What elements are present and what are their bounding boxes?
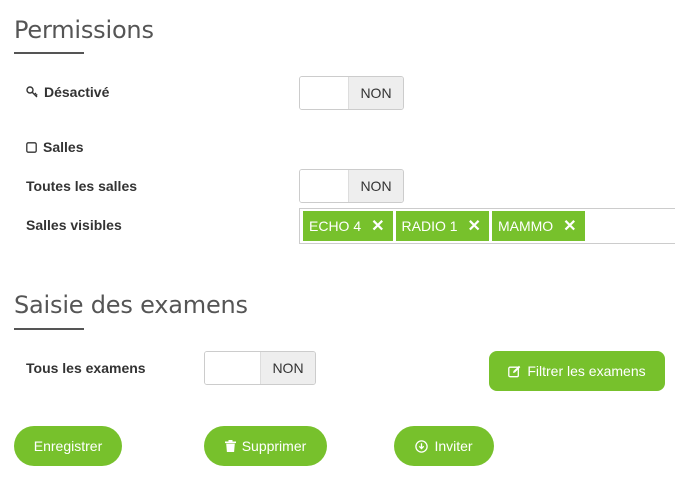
exams-title: Saisie des examens [14, 291, 248, 319]
desactive-toggle-handle [300, 77, 349, 109]
toutes-salles-label: Toutes les salles [26, 178, 138, 194]
invite-button[interactable]: Inviter [394, 426, 494, 466]
key-icon [26, 85, 38, 101]
tous-examens-toggle[interactable]: NON [204, 351, 316, 385]
tag-label: RADIO 1 [401, 218, 458, 234]
remove-tag-icon[interactable]: ✕ [371, 216, 384, 236]
salles-visibles-label: Salles visibles [26, 217, 122, 233]
tous-examens-toggle-handle [205, 352, 261, 384]
tag-mammo: MAMMO ✕ [491, 211, 585, 241]
delete-button[interactable]: Supprimer [204, 426, 327, 466]
remove-tag-icon[interactable]: ✕ [563, 216, 576, 236]
exams-title-underline [14, 328, 84, 330]
desactive-label: Désactivé [44, 84, 110, 100]
tag-label: MAMMO [497, 218, 554, 234]
toutes-salles-toggle-handle [300, 170, 349, 202]
toutes-salles-toggle-text: NON [349, 170, 403, 202]
filter-exams-label: Filtrer les examens [527, 363, 646, 379]
permissions-title-underline [14, 52, 84, 54]
tag-label: ECHO 4 [309, 218, 362, 234]
salles-row-label: Salles [26, 139, 83, 156]
filter-exams-button[interactable]: Filtrer les examens [489, 351, 665, 391]
delete-label: Supprimer [241, 438, 307, 454]
tag-radio-1: RADIO 1 ✕ [395, 211, 489, 241]
desactive-row-label: Désactivé [26, 84, 109, 101]
remove-tag-icon[interactable]: ✕ [468, 216, 481, 236]
save-button[interactable]: Enregistrer [14, 426, 122, 466]
salles-label: Salles [43, 139, 84, 155]
permissions-title: Permissions [14, 16, 154, 44]
desactive-toggle[interactable]: NON [299, 76, 404, 110]
save-label: Enregistrer [33, 438, 103, 454]
tous-examens-toggle-text: NON [261, 352, 315, 384]
tag-echo-4: ECHO 4 ✕ [303, 211, 393, 241]
invite-label: Inviter [434, 438, 473, 454]
trash-icon [224, 440, 236, 452]
tous-examens-label: Tous les examens [26, 360, 146, 376]
edit-icon [508, 365, 521, 378]
download-circle-icon [415, 439, 429, 453]
salles-visibles-select[interactable]: ECHO 4 ✕ RADIO 1 ✕ MAMMO ✕ [299, 208, 675, 244]
toutes-salles-toggle[interactable]: NON [299, 169, 404, 203]
square-icon [26, 140, 37, 156]
desactive-toggle-text: NON [349, 77, 403, 109]
